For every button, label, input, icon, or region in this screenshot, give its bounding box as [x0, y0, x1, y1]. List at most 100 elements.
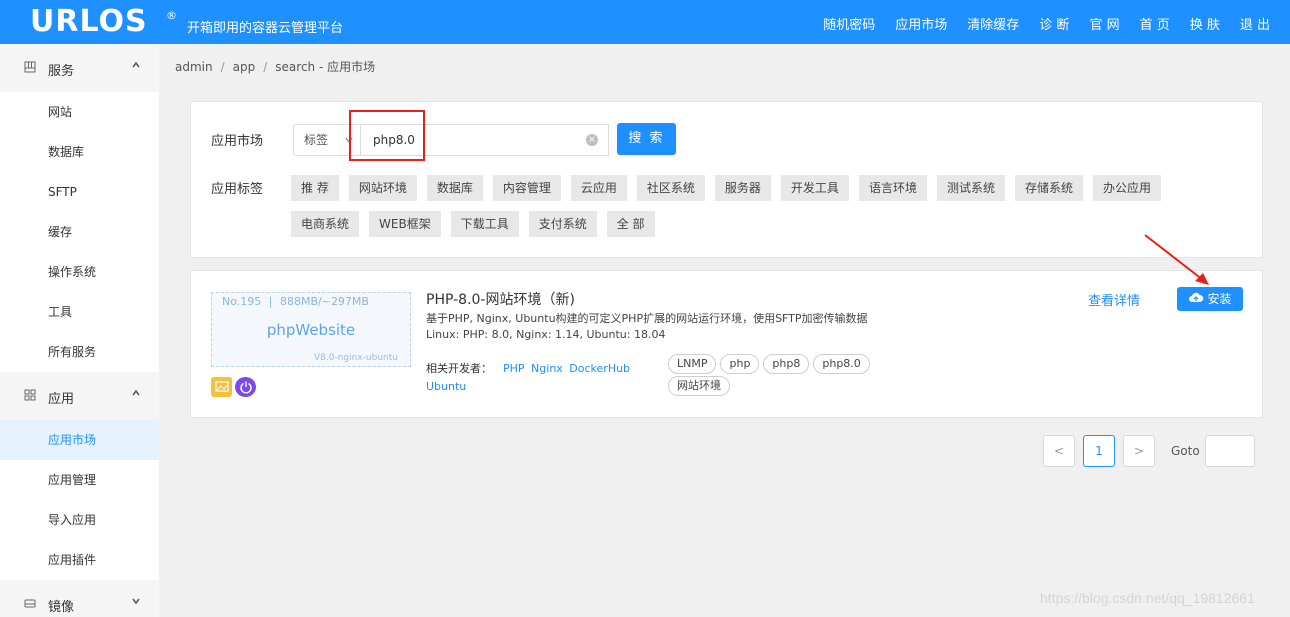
breadcrumb-search: search [275, 60, 316, 74]
apps-icon [24, 389, 37, 402]
app-size: 888MB/~297MB [279, 295, 369, 308]
app-thumb-name: phpWebsite [266, 321, 356, 339]
view-details-link[interactable]: 查看详情 [1088, 290, 1140, 309]
sidebar-group-services[interactable]: 服务 [0, 44, 159, 92]
tag-list: 推 荐网站环境 数据库 内容管理 云应用 社区系统 服务器 开发工具 语言环境 测试系统 存储系统… [291, 175, 1171, 247]
site-subtitle: 开箱即用的容器云管理平台 [187, 21, 344, 36]
logo[interactable]: URLOS [30, 4, 148, 39]
pagination-next-button[interactable]: > [1123, 435, 1155, 467]
nav-logout[interactable]: 退 出 [1240, 14, 1270, 33]
sidebar-group-label: 服务 [48, 64, 75, 79]
tag-item[interactable]: 全 部 [606, 211, 655, 237]
nav-official-site[interactable]: 官 网 [1089, 14, 1119, 33]
tag-item[interactable]: 测试系统 [936, 175, 1005, 201]
app-tag[interactable]: php8.0 [813, 354, 870, 374]
sidebar-item-import-app[interactable]: 导入应用 [0, 500, 159, 540]
cloud-upload-icon [1188, 288, 1204, 312]
tag-item[interactable]: 语言环境 [858, 175, 927, 201]
image-icon [211, 377, 232, 397]
sidebar-group-images[interactable]: 镜像 [0, 580, 159, 617]
top-nav: 随机密码 应用市场 清除缓存 诊 断 官 网 首 页 换 肤 退 出 [803, 14, 1270, 33]
watermark: https://blog.csdn.net/qq_19812661 [1040, 590, 1255, 606]
search-label: 应用市场 [211, 134, 264, 149]
sidebar-item-website[interactable]: 网站 [0, 92, 159, 132]
install-label: 安装 [1207, 292, 1232, 306]
tag-item[interactable]: 开发工具 [780, 175, 849, 201]
breadcrumb: admin / app / search - 应用市场 [175, 60, 376, 74]
sidebar-item-app-manage[interactable]: 应用管理 [0, 460, 159, 500]
app-thumb-version: V8.0-nginx-ubuntu [314, 353, 398, 363]
app-title[interactable]: PHP-8.0-网站环境（新) [426, 289, 575, 309]
app-description: 基于PHP, Nginx, Ubuntu构建的可定义PHP扩展的网站运行环境，使… [426, 312, 868, 325]
sidebar-item-os[interactable]: 操作系统 [0, 252, 159, 292]
sidebar-item-all-services[interactable]: 所有服务 [0, 332, 159, 372]
tags-label: 应用标签 [211, 182, 264, 197]
app-versions: Linux: PHP: 8.0, Nginx: 1.14, Ubuntu: 18… [426, 328, 666, 341]
goto-input[interactable] [1205, 435, 1255, 467]
app-meta: No.195 | 888MB/~297MB [222, 295, 369, 308]
chevron-up-icon [131, 59, 141, 73]
tag-item[interactable]: 支付系统 [528, 211, 597, 237]
nav-home[interactable]: 首 页 [1140, 14, 1170, 33]
tag-item[interactable]: 存储系统 [1014, 175, 1083, 201]
tag-item[interactable]: 网站环境 [348, 175, 417, 201]
app-tag[interactable]: php8 [763, 354, 810, 374]
sidebar-group-label: 镜像 [48, 600, 75, 615]
developer-link[interactable]: DockerHub [569, 362, 630, 375]
developer-links: PHP Nginx DockerHub Ubuntu [426, 360, 641, 396]
sidebar-item-app-plugins[interactable]: 应用插件 [0, 540, 159, 580]
search-panel: 应用市场 标签 php8.0 × 搜 索 应用标签 推 荐网站环境 数据库 内容管理… [190, 101, 1263, 258]
app-tag[interactable]: php [720, 354, 760, 374]
sidebar: 服务 网站 数据库 SFTP 缓存 操作系统 工具 所有服务 应用 应用市场 应… [0, 44, 159, 617]
sidebar-group-label: 应用 [48, 392, 75, 407]
breadcrumb-app[interactable]: app [233, 60, 256, 74]
sidebar-item-database[interactable]: 数据库 [0, 132, 159, 172]
pagination-prev-button[interactable]: < [1043, 435, 1075, 467]
tag-item[interactable]: 服务器 [714, 175, 771, 201]
power-icon [235, 377, 256, 397]
app-tag[interactable]: 网站环境 [668, 376, 730, 396]
goto-label: Goto [1171, 444, 1200, 458]
grid-icon [24, 61, 37, 74]
clear-icon[interactable]: × [586, 134, 598, 146]
breadcrumb-admin[interactable]: admin [175, 60, 213, 74]
tag-item[interactable]: 下载工具 [450, 211, 519, 237]
tag-item[interactable]: 数据库 [426, 175, 483, 201]
search-type-value: 标签 [304, 133, 329, 147]
highlight-box [349, 110, 425, 161]
tag-item[interactable]: 云应用 [570, 175, 627, 201]
breadcrumb-page-title: - 应用市场 [319, 60, 376, 74]
developer-link[interactable]: Nginx [531, 362, 563, 375]
app-tag-list: LNMP php php8 php8.0 网站环境 [668, 354, 898, 398]
annotation-arrow [1144, 234, 1209, 285]
developer-link[interactable]: Ubuntu [426, 380, 466, 393]
top-bar: URLOS ® 开箱即用的容器云管理平台 随机密码 应用市场 清除缓存 诊 断 … [0, 0, 1290, 44]
tag-item[interactable]: 内容管理 [492, 175, 561, 201]
pagination-page-1[interactable]: 1 [1083, 435, 1115, 467]
chevron-down-icon [131, 595, 141, 609]
nav-random-password[interactable]: 随机密码 [823, 14, 875, 33]
app-number: No.195 [222, 295, 262, 308]
app-card: No.195 | 888MB/~297MB phpWebsite V8.0-ng… [190, 270, 1263, 418]
tag-item[interactable]: 电商系统 [291, 211, 360, 237]
developer-link[interactable]: PHP [503, 362, 525, 375]
tag-item[interactable]: 推 荐 [291, 175, 339, 201]
tag-item[interactable]: WEB框架 [369, 211, 441, 237]
chevron-up-icon [131, 387, 141, 401]
sidebar-item-app-market[interactable]: 应用市场 [0, 420, 159, 460]
search-button[interactable]: 搜 索 [617, 123, 676, 155]
sidebar-item-sftp[interactable]: SFTP [0, 172, 159, 212]
nav-skin[interactable]: 换 肤 [1190, 14, 1220, 33]
sidebar-item-tools[interactable]: 工具 [0, 292, 159, 332]
tag-item[interactable]: 社区系统 [636, 175, 705, 201]
sidebar-group-apps[interactable]: 应用 [0, 372, 159, 420]
sidebar-item-cache[interactable]: 缓存 [0, 212, 159, 252]
nav-diagnose[interactable]: 诊 断 [1039, 14, 1069, 33]
nav-app-market[interactable]: 应用市场 [895, 14, 947, 33]
app-thumbnail[interactable]: No.195 | 888MB/~297MB phpWebsite V8.0-ng… [211, 292, 411, 367]
nav-clear-cache[interactable]: 清除缓存 [967, 14, 1019, 33]
app-tag[interactable]: LNMP [668, 354, 717, 374]
tag-item[interactable]: 办公应用 [1092, 175, 1161, 201]
disk-icon [24, 597, 37, 610]
install-button[interactable]: 安装 [1177, 287, 1243, 311]
